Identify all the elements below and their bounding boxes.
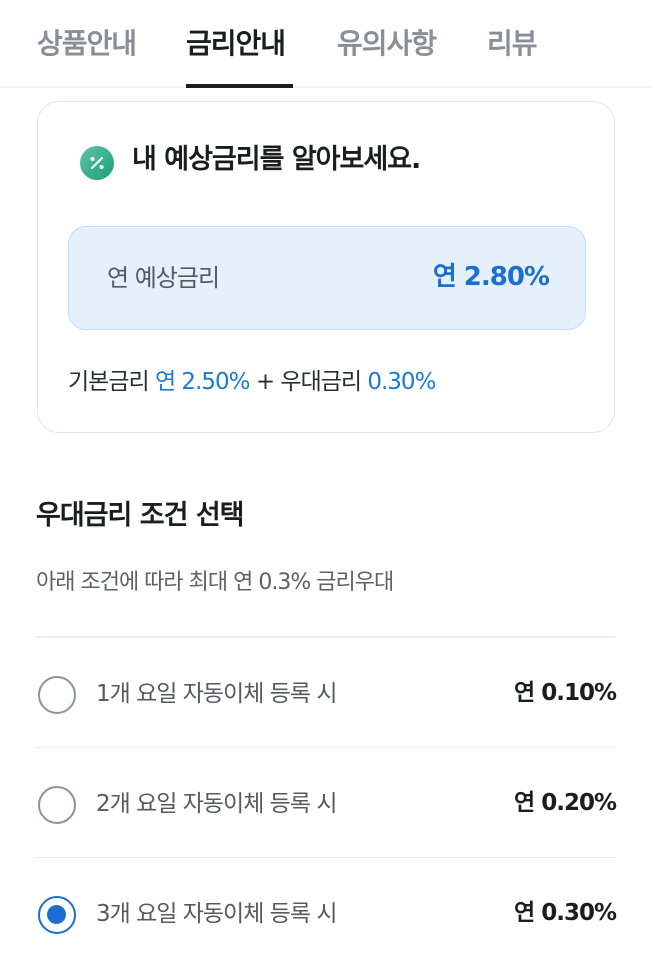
section-title: 우대금리 조건 선택 bbox=[36, 500, 245, 531]
estimated-rate-value: 연 2.80% bbox=[432, 262, 550, 292]
option-label: 3개 요일 자동이체 등록 시 bbox=[96, 901, 337, 927]
bonus-rate-label: 우대금리 bbox=[280, 369, 362, 395]
card-title: 내 예상금리를 알아보세요. bbox=[132, 144, 421, 175]
plus-sign: + bbox=[255, 369, 275, 395]
tab-product-info[interactable]: 상품안내 bbox=[37, 24, 137, 64]
percent-icon bbox=[80, 146, 114, 180]
section-subtitle: 아래 조건에 따라 최대 연 0.3% 금리우대 bbox=[36, 570, 394, 595]
option-rate: 연 0.20% bbox=[514, 790, 617, 816]
base-rate-value: 연 2.50% bbox=[154, 369, 251, 395]
option-row-2[interactable]: 2개 요일 자동이체 등록 시 연 0.20% bbox=[36, 748, 617, 858]
option-rate: 연 0.30% bbox=[514, 900, 617, 926]
base-rate-label: 기본금리 bbox=[68, 369, 150, 395]
rate-breakdown: 기본금리 연 2.50% + 우대금리 0.30% bbox=[68, 364, 436, 400]
radio-button[interactable] bbox=[38, 676, 76, 714]
estimated-rate-box: 연 예상금리 연 2.80% bbox=[68, 226, 586, 330]
option-row-1[interactable]: 1개 요일 자동이체 등록 시 연 0.10% bbox=[36, 638, 617, 748]
option-label: 2개 요일 자동이체 등록 시 bbox=[96, 791, 337, 817]
estimated-rate-label: 연 예상금리 bbox=[107, 264, 220, 292]
option-label: 1개 요일 자동이체 등록 시 bbox=[96, 681, 337, 707]
bonus-rate-value: 0.30% bbox=[367, 369, 436, 395]
tab-interest-rate[interactable]: 금리안내 bbox=[186, 24, 286, 64]
radio-button[interactable] bbox=[38, 786, 76, 824]
tab-reviews[interactable]: 리뷰 bbox=[487, 24, 538, 64]
option-rate: 연 0.10% bbox=[514, 680, 617, 706]
tab-bar: 상품안내 금리안내 유의사항 리뷰 bbox=[0, 0, 652, 88]
radio-button-selected[interactable] bbox=[38, 896, 76, 934]
active-tab-indicator bbox=[186, 84, 293, 88]
tab-notes[interactable]: 유의사항 bbox=[337, 24, 437, 64]
estimated-rate-card: 내 예상금리를 알아보세요. 연 예상금리 연 2.80% 기본금리 연 2.5… bbox=[37, 101, 615, 433]
option-row-3[interactable]: 3개 요일 자동이체 등록 시 연 0.30% bbox=[36, 858, 617, 960]
